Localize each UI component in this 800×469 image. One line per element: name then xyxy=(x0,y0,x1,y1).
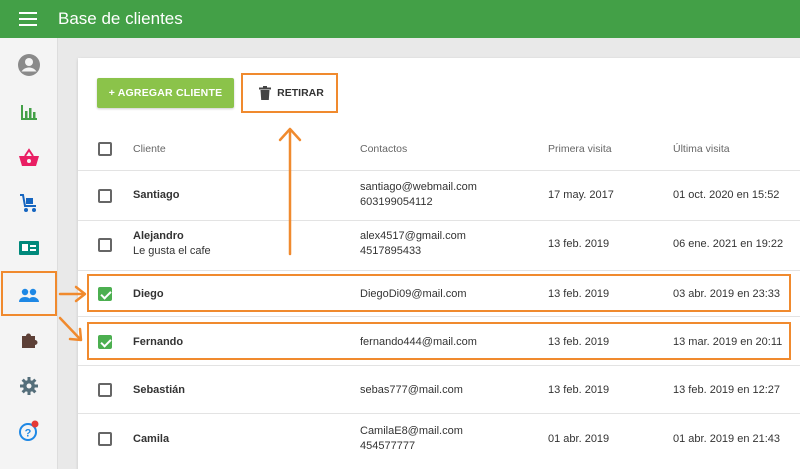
header-contacts: Contactos xyxy=(360,143,408,155)
select-all-checkbox[interactable] xyxy=(98,142,112,156)
table-row[interactable]: Fernando fernando444@mail.com 13 feb. 20… xyxy=(78,316,800,365)
sidebar-item-help[interactable]: ? xyxy=(0,409,58,453)
row-checkbox[interactable] xyxy=(98,238,112,252)
first-visit: 13 feb. 2019 xyxy=(548,336,610,348)
top-bar: Base de clientes xyxy=(0,0,800,38)
client-name: Camila xyxy=(133,433,170,445)
contact-phone: 603199054112 xyxy=(360,196,433,208)
table-row[interactable]: Alejandro Le gusta el cafe alex4517@gmai… xyxy=(78,220,800,270)
client-name: Santiago xyxy=(133,189,180,201)
menu-icon[interactable] xyxy=(19,12,37,26)
table-row[interactable]: Santiago santiago@webmail.com 6031990541… xyxy=(78,170,800,220)
sidebar-item-settings[interactable] xyxy=(0,364,58,408)
help-icon: ? xyxy=(19,420,39,441)
last-visit: 01 oct. 2020 en 15:52 xyxy=(673,189,780,201)
last-visit: 13 mar. 2019 en 20:11 xyxy=(673,336,783,348)
contact-email: fernando444@mail.com xyxy=(360,336,477,348)
page-title: Base de clientes xyxy=(58,9,183,28)
contact-phone: 454577777 xyxy=(360,440,416,452)
client-note: Le gusta el cafe xyxy=(133,245,211,257)
sidebar-item-sales[interactable] xyxy=(0,136,58,180)
contact-email: CamilaE8@mail.com xyxy=(360,425,463,437)
client-name: Sebastián xyxy=(133,384,185,396)
row-checkbox[interactable] xyxy=(98,189,112,203)
first-visit: 13 feb. 2019 xyxy=(548,238,610,250)
client-contacts: santiago@webmail.com 603199054112 xyxy=(360,180,477,210)
sidebar-item-account[interactable] xyxy=(0,43,58,87)
client-contacts: CamilaE8@mail.com 454577777 xyxy=(360,424,463,454)
table-row[interactable]: Camila CamilaE8@mail.com 454577777 01 ab… xyxy=(78,413,800,469)
last-visit: 13 feb. 2019 en 12:27 xyxy=(673,384,781,396)
client-name: Alejandro xyxy=(133,230,184,242)
header-last-visit: Última visita xyxy=(673,143,730,155)
client-name: Fernando xyxy=(133,336,184,348)
id-card-icon xyxy=(19,241,39,255)
bar-chart-icon xyxy=(21,105,37,120)
client-name: Diego xyxy=(133,288,164,300)
row-checkbox[interactable] xyxy=(98,335,112,349)
last-visit: 01 abr. 2019 en 21:43 xyxy=(673,433,781,445)
sidebar-item-delivery[interactable] xyxy=(0,181,58,225)
row-checkbox[interactable] xyxy=(98,383,112,397)
arrow-diagonal xyxy=(58,316,82,341)
row-checkbox[interactable] xyxy=(98,287,112,301)
table-row[interactable]: Diego DiegoDi09@mail.com 13 feb. 2019 03… xyxy=(78,270,800,316)
sidebar-item-cards[interactable] xyxy=(0,226,58,270)
contact-email: sebas777@mail.com xyxy=(360,384,463,396)
first-visit: 01 abr. 2019 xyxy=(548,433,610,445)
people-icon xyxy=(19,288,39,302)
table-row[interactable]: Sebastián sebas777@mail.com 13 feb. 2019… xyxy=(78,365,800,413)
add-client-button[interactable]: + AGREGAR CLIENTE xyxy=(97,78,234,108)
trash-icon xyxy=(259,86,272,100)
contact-email: DiegoDi09@mail.com xyxy=(360,288,467,300)
remove-button-label: RETIRAR xyxy=(277,87,324,99)
sidebar-item-stats[interactable] xyxy=(0,90,58,134)
header-client: Cliente xyxy=(133,143,166,155)
last-visit: 06 ene. 2021 en 19:22 xyxy=(673,238,784,250)
row-checkbox[interactable] xyxy=(98,432,112,446)
contact-email: alex4517@gmail.com xyxy=(360,230,466,242)
first-visit: 13 feb. 2019 xyxy=(548,384,610,396)
contact-phone: 4517895433 xyxy=(360,245,422,257)
cart-icon xyxy=(20,194,36,212)
remove-button[interactable]: RETIRAR xyxy=(249,78,334,108)
first-visit: 13 feb. 2019 xyxy=(548,288,610,300)
contact-email: santiago@webmail.com xyxy=(360,181,477,193)
first-visit: 17 may. 2017 xyxy=(548,189,614,201)
gear-icon xyxy=(20,377,38,395)
last-visit: 03 abr. 2019 en 23:33 xyxy=(673,288,781,300)
sidebar-item-extensions[interactable] xyxy=(0,318,58,362)
svg-text:?: ? xyxy=(25,428,32,440)
basket-icon xyxy=(19,148,39,166)
header-first-visit: Primera visita xyxy=(548,143,612,155)
sidebar: ? xyxy=(0,38,58,469)
sidebar-item-clients[interactable] xyxy=(0,273,58,317)
client-name-block: Alejandro Le gusta el cafe xyxy=(133,229,211,259)
account-circle-icon xyxy=(18,54,40,76)
puzzle-icon xyxy=(22,333,38,348)
client-contacts: alex4517@gmail.com 4517895433 xyxy=(360,229,466,259)
